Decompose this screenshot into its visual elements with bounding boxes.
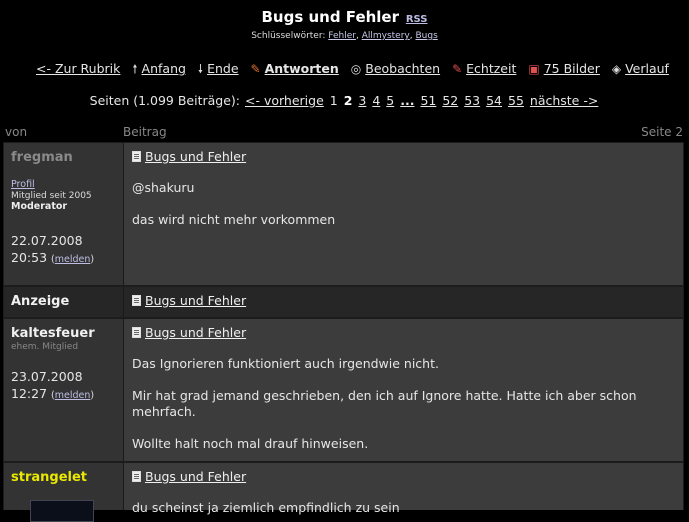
author-name[interactable]: fregman [11,150,123,165]
page-link[interactable]: 53 [464,93,480,108]
keywords: Schlüsselwörter: Fehler, Allmystery, Bug… [251,31,438,41]
post-author-panel: strangelet [4,463,124,522]
page-link[interactable]: 3 [358,93,366,108]
arrow-up-icon: 🠕 [132,62,138,76]
post-advert: Anzeige Bugs und Fehler [3,286,684,318]
page-link[interactable]: 52 [442,93,458,108]
post-date-text: 23.07.2008 [11,369,83,384]
post-time: 12:27 [11,386,48,401]
images-link[interactable]: 75 Bilder [544,61,600,76]
page-link[interactable]: 1 [330,93,338,108]
pagination-label: Seiten (1.099 Beiträge): [89,93,241,108]
member-status: ehem. Mitglied [11,342,79,352]
post-text: Mir hat grad jemand geschrieben, den ich… [132,388,637,419]
current-page: 2 [343,93,353,108]
end-link[interactable]: Ende [207,61,238,76]
rss-link[interactable]: RSS [406,14,428,25]
avatar[interactable] [30,500,94,522]
post-subject-link[interactable]: Bugs und Fehler [145,149,246,164]
watch-icon: ◎ [350,62,362,76]
post-subject-link[interactable]: Bugs und Fehler [145,325,246,340]
thread-nav: <- Zur Rubrik 🠕 Anfang 🠗 Ende ✎ Antworten ◎… [36,60,676,81]
reply-link[interactable]: Antworten [265,61,339,76]
post-body: Bugs und Fehler [124,287,683,317]
back-to-category-link[interactable]: <- Zur Rubrik [36,61,120,76]
post: kaltesfeuer ehem. Mitglied 23.07.2008 12… [3,318,684,462]
post-author-panel: fregman Profil Mitglied seit 2005 Modera… [4,143,124,285]
post-subject-link[interactable]: Bugs und Fehler [145,293,246,308]
page-link[interactable]: 4 [372,93,380,108]
next-page-link[interactable]: nächste -> [530,93,598,108]
realtime-link[interactable]: Echtzeit [466,61,516,76]
post: strangelet Bugs und Fehler du scheinst j… [3,462,684,522]
post-text: du scheinst ja ziemlich empfindlich zu s… [132,500,400,515]
report-link[interactable]: melden [55,390,91,401]
column-header: von Beitrag Seite 2 [0,125,689,141]
post-date: 23.07.2008 12:27 (melden) [11,369,95,401]
pagination: Seiten (1.099 Beiträge): <- vorherige 1 … [0,93,689,108]
start-link[interactable]: Anfang [142,61,186,76]
keywords-label: Schlüsselwörter: [251,31,326,41]
page-link[interactable]: 5 [386,93,394,108]
post-body: Bugs und Fehler Das Ignorieren funktioni… [124,319,683,461]
prev-page-link[interactable]: <- vorherige [245,93,324,108]
document-icon [132,151,141,162]
post: fregman Profil Mitglied seit 2005 Modera… [3,142,684,286]
column-post: Beitrag [123,125,167,139]
page-link[interactable]: 51 [420,93,436,108]
images-icon: ▣ [528,62,540,76]
history-icon: ◈ [611,62,622,76]
post-date: 22.07.2008 20:53 (melden) [11,233,95,265]
post-text: Wollte halt noch mal drauf hinweisen. [132,436,369,451]
post-date-text: 22.07.2008 [11,233,83,248]
page-ellipsis-link[interactable]: ... [400,93,414,108]
keyword-link-bugs[interactable]: Bugs [415,31,437,41]
post-text: Das Ignorieren funktioniert auch irgendw… [132,356,439,371]
document-icon [132,327,141,338]
document-icon [132,295,141,306]
realtime-icon: ✎ [452,62,463,76]
post-text: das wird nicht mehr vorkommen [132,212,336,227]
arrow-down-icon: 🠗 [197,62,204,76]
keyword-link-allmystery[interactable]: Allmystery [362,31,410,41]
page-link[interactable]: 54 [486,93,502,108]
keyword-link-fehler[interactable]: Fehler [328,31,356,41]
post-author-panel: kaltesfeuer ehem. Mitglied 23.07.2008 12… [4,319,124,461]
post-author-panel: Anzeige [4,287,124,317]
author-name[interactable]: strangelet [11,470,123,485]
post-time: 20:53 [11,250,48,265]
report-link[interactable]: melden [55,254,91,265]
member-since: Mitglied seit 2005 [11,191,92,201]
post-text: @shakuru [132,180,195,195]
title-bar: Bugs und Fehler RSS [0,8,689,26]
column-author: von [5,125,28,139]
post-body: Bugs und Fehler @shakuru das wird nicht … [124,143,683,285]
page-title: Bugs und Fehler [261,8,400,26]
profile-link[interactable]: Profil [11,179,123,190]
reply-icon: ✎ [250,62,261,76]
post-subject-link[interactable]: Bugs und Fehler [145,469,246,484]
document-icon [132,471,141,482]
history-link[interactable]: Verlauf [625,61,669,76]
author-role: Moderator [11,201,68,212]
advert-label: Anzeige [11,294,70,309]
column-page: Seite 2 [641,125,683,139]
post-body: Bugs und Fehler du scheinst ja ziemlich … [124,463,683,515]
page-link[interactable]: 55 [508,93,524,108]
author-name[interactable]: kaltesfeuer [11,326,123,341]
watch-link[interactable]: Beobachten [365,61,440,76]
